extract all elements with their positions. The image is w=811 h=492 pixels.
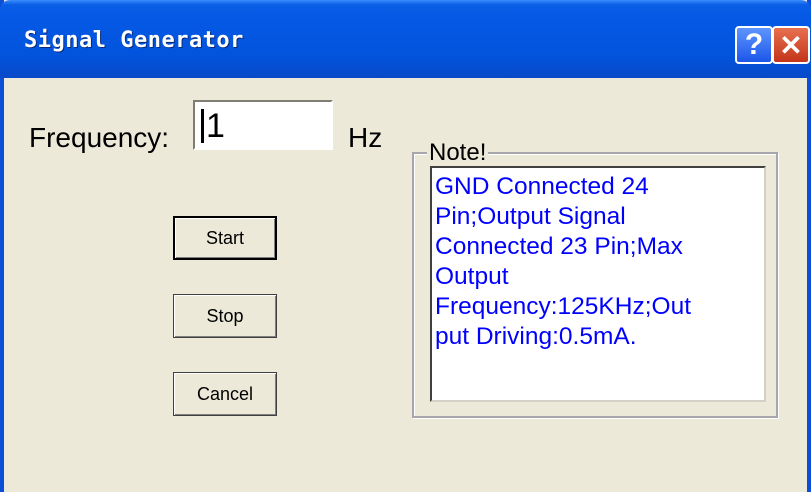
help-button[interactable]: ? (735, 26, 773, 64)
note-line: GND Connected 24 (435, 173, 649, 200)
note-line: Connected 23 Pin;Max (435, 233, 683, 260)
stop-button[interactable]: Stop (173, 294, 277, 338)
question-mark-icon: ? (744, 28, 764, 61)
frequency-label: Frequency: (29, 122, 170, 153)
cancel-button[interactable]: Cancel (173, 372, 277, 416)
note-line: Pin;Output Signal (435, 203, 626, 230)
note-line: Frequency:125KHz;Out (435, 293, 692, 320)
note-line: Output (435, 263, 509, 290)
note-group-title: Note! (427, 139, 489, 167)
text-caret (201, 109, 204, 143)
title-bar[interactable]: Signal Generator ? ✕ (0, 0, 811, 78)
note-line: put Driving:0.5mA. (435, 323, 637, 350)
note-text-area[interactable]: GND Connected 24 Pin;Output Signal Conne… (430, 166, 766, 402)
close-button[interactable]: ✕ (772, 26, 810, 64)
window-title: Signal Generator (24, 28, 244, 53)
frequency-input[interactable]: 1 (193, 100, 333, 150)
frequency-unit-label: Hz (348, 122, 383, 153)
close-icon: ✕ (779, 29, 803, 61)
frequency-value: 1 (206, 107, 225, 145)
start-button[interactable]: Start (173, 216, 277, 260)
